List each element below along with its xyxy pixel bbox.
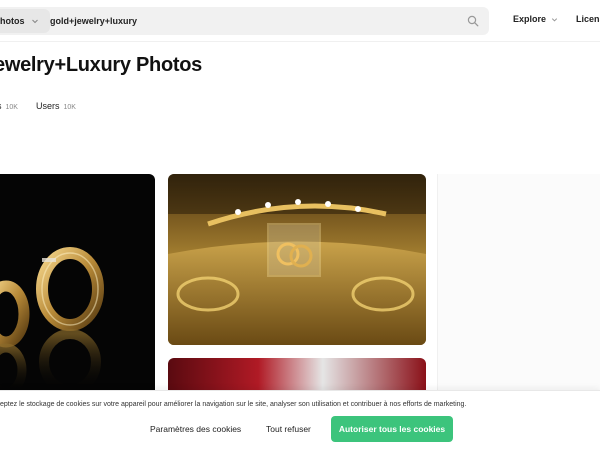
explore-menu[interactable]: Explore: [513, 14, 559, 24]
result-tabs: os 10K Users 10K: [0, 101, 76, 111]
refuse-all-button[interactable]: Tout refuser: [266, 418, 311, 440]
explore-label: Explore: [513, 14, 547, 24]
tab-users[interactable]: Users 10K: [36, 101, 76, 111]
search-input[interactable]: [50, 7, 450, 35]
cookie-message: eptez le stockage de cookies sur votre a…: [0, 401, 467, 408]
page-title: ewelry+Luxury Photos: [0, 54, 202, 76]
chevron-down-icon: [551, 17, 558, 22]
tiara-image: [168, 174, 426, 345]
photo-card-tiara[interactable]: [168, 174, 426, 345]
earrings-image: [0, 247, 104, 397]
search-icon[interactable]: [467, 15, 479, 27]
media-type-label: hotos: [0, 16, 25, 26]
chevron-down-icon: [31, 19, 38, 24]
cookie-settings-button[interactable]: Paramètres des cookies: [150, 418, 241, 440]
media-type-select[interactable]: hotos: [0, 9, 50, 33]
photo-card-earrings[interactable]: [0, 174, 155, 404]
tab-photos[interactable]: os 10K: [0, 101, 18, 111]
cookie-banner: eptez le stockage de cookies sur votre a…: [0, 390, 600, 450]
search-bar: hotos: [0, 7, 489, 35]
tab-label: os: [0, 101, 2, 111]
license-link[interactable]: Licens: [576, 14, 600, 24]
tab-count: 10K: [63, 104, 76, 111]
top-header: hotos Explore Licens: [0, 0, 600, 42]
tab-label: Users: [35, 101, 60, 111]
photo-card-placeholder: [437, 174, 600, 404]
accept-all-button[interactable]: Autoriser tous les cookies: [331, 416, 453, 442]
tab-count: 10K: [5, 104, 18, 111]
